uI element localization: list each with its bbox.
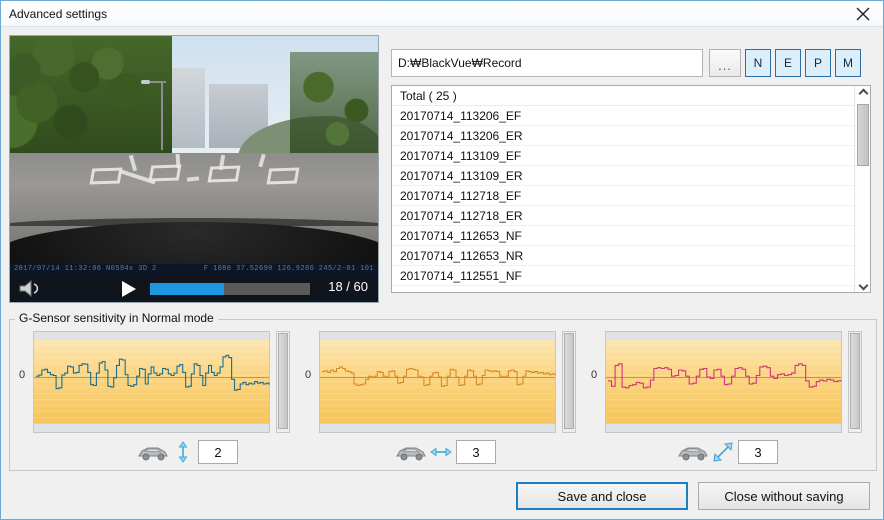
list-item[interactable]: 20170714_113109_ER bbox=[392, 166, 854, 186]
list-item[interactable]: 20170714_112718_ER bbox=[392, 206, 854, 226]
waveform-lateral bbox=[322, 366, 556, 387]
gsensor-panel-vertical: 0 bbox=[15, 331, 290, 433]
arrow-updown-icon bbox=[172, 441, 194, 463]
scrollbar-thumb[interactable] bbox=[564, 333, 574, 429]
car-vertical-axis-icon bbox=[136, 442, 170, 462]
arrow-leftright-icon bbox=[430, 441, 452, 463]
video-progress-track[interactable] bbox=[150, 283, 310, 295]
sensitivity-row-longitudinal: 3 bbox=[676, 438, 778, 466]
gsensor-plot-lateral[interactable] bbox=[319, 331, 556, 433]
list-item[interactable]: 20170714_113206_ER bbox=[392, 126, 854, 146]
gsensor-scrollbar-lateral[interactable] bbox=[562, 331, 576, 433]
sensitivity-input-longitudinal[interactable]: 3 bbox=[738, 440, 778, 464]
path-value: D:₩BlackVue₩Record bbox=[398, 56, 522, 70]
zero-label-vertical: 0 bbox=[19, 369, 26, 381]
browse-button[interactable]: ... bbox=[709, 49, 741, 77]
list-item[interactable]: 20170714_113109_EF bbox=[392, 146, 854, 166]
street-lamp-head bbox=[140, 79, 150, 84]
waveform-vertical bbox=[36, 354, 270, 391]
gsensor-scrollbar-vertical[interactable] bbox=[276, 331, 290, 433]
plot-top-gutter bbox=[34, 332, 269, 340]
list-item[interactable]: 20170714_112653_NF bbox=[392, 226, 854, 246]
zero-label-lateral: 0 bbox=[305, 369, 312, 381]
road-marking bbox=[258, 153, 266, 168]
video-control-bar: 18 / 60 bbox=[10, 275, 378, 302]
video-osd-bar: 2017/07/14 11:32:06 N0594x 3D 2 F 1080 3… bbox=[10, 264, 378, 275]
sensitivity-row-lateral: 3 bbox=[394, 438, 496, 466]
tree-line-right bbox=[289, 51, 378, 169]
file-list[interactable]: Total ( 25 ) 20170714_113206_EF 20170714… bbox=[391, 85, 871, 293]
waveform-longitudinal bbox=[608, 363, 842, 389]
mode-button-m[interactable]: M bbox=[835, 49, 861, 77]
sensitivity-input-vertical[interactable]: 2 bbox=[198, 440, 238, 464]
advanced-settings-window: Advanced settings 2017/07/14 11:32:06 N0… bbox=[0, 0, 884, 520]
scrollbar-thumb[interactable] bbox=[850, 333, 860, 429]
road-marking bbox=[175, 153, 181, 169]
road-marking bbox=[207, 165, 241, 183]
scrollbar-thumb[interactable] bbox=[857, 104, 869, 166]
gsensor-panel-lateral: 0 bbox=[301, 331, 576, 433]
video-progress-fill bbox=[150, 283, 224, 295]
road-marking bbox=[129, 154, 138, 172]
mode-button-n[interactable]: N bbox=[745, 49, 771, 77]
car-longitudinal-axis-icon bbox=[676, 442, 710, 462]
sensitivity-input-lateral[interactable]: 3 bbox=[456, 440, 496, 464]
road-marking bbox=[89, 166, 123, 185]
chevron-up-icon[interactable] bbox=[855, 86, 871, 102]
frame-counter: 18 / 60 bbox=[328, 279, 368, 294]
list-item[interactable]: 20170714_112551_NF bbox=[392, 266, 854, 286]
scrollbar-thumb[interactable] bbox=[278, 333, 288, 429]
title-bar: Advanced settings bbox=[1, 1, 883, 27]
mode-button-e[interactable]: E bbox=[775, 49, 801, 77]
osd-text-right: F 1080 37.52690 126.9286 245/2-01 101 bbox=[203, 265, 374, 273]
list-item[interactable]: 20170714_112718_EF bbox=[392, 186, 854, 206]
video-preview[interactable]: 2017/07/14 11:32:06 N0594x 3D 2 F 1080 3… bbox=[9, 35, 379, 303]
file-list-scrollbar[interactable] bbox=[854, 86, 870, 292]
file-list-total: Total ( 25 ) bbox=[392, 86, 854, 106]
list-item[interactable]: 20170714_112653_NR bbox=[392, 246, 854, 266]
zero-label-longitudinal: 0 bbox=[591, 369, 598, 381]
gsensor-scrollbar-longitudinal[interactable] bbox=[848, 331, 862, 433]
speaker-icon[interactable] bbox=[18, 279, 44, 298]
file-list-items: Total ( 25 ) 20170714_113206_EF 20170714… bbox=[392, 86, 854, 292]
close-without-saving-button[interactable]: Close without saving bbox=[698, 482, 870, 510]
sensitivity-row-vertical: 2 bbox=[136, 438, 238, 466]
gsensor-group-label: G-Sensor sensitivity in Normal mode bbox=[15, 311, 218, 325]
mode-button-p[interactable]: P bbox=[805, 49, 831, 77]
car-lateral-axis-icon bbox=[394, 442, 428, 462]
building bbox=[171, 67, 206, 148]
osd-text-left: 2017/07/14 11:32:06 N0594x 3D 2 bbox=[14, 265, 157, 273]
road-marking bbox=[266, 167, 300, 185]
road-marking bbox=[186, 175, 199, 182]
play-button[interactable] bbox=[122, 281, 136, 297]
save-and-close-button[interactable]: Save and close bbox=[516, 482, 688, 510]
gsensor-plot-vertical[interactable] bbox=[33, 331, 270, 433]
plot-top-gutter bbox=[320, 332, 555, 340]
street-lamp bbox=[160, 81, 163, 151]
path-input[interactable]: D:₩BlackVue₩Record bbox=[391, 49, 703, 77]
list-item[interactable]: 20170714_113206_EF bbox=[392, 106, 854, 126]
close-button[interactable] bbox=[843, 1, 883, 26]
close-icon bbox=[856, 7, 870, 21]
page-title: Advanced settings bbox=[9, 7, 108, 21]
plot-top-gutter bbox=[606, 332, 841, 340]
gsensor-plot-longitudinal[interactable] bbox=[605, 331, 842, 433]
chevron-down-icon[interactable] bbox=[855, 276, 871, 292]
arrow-diagonal-icon bbox=[712, 441, 734, 463]
gsensor-panel-longitudinal: 0 bbox=[587, 331, 862, 433]
